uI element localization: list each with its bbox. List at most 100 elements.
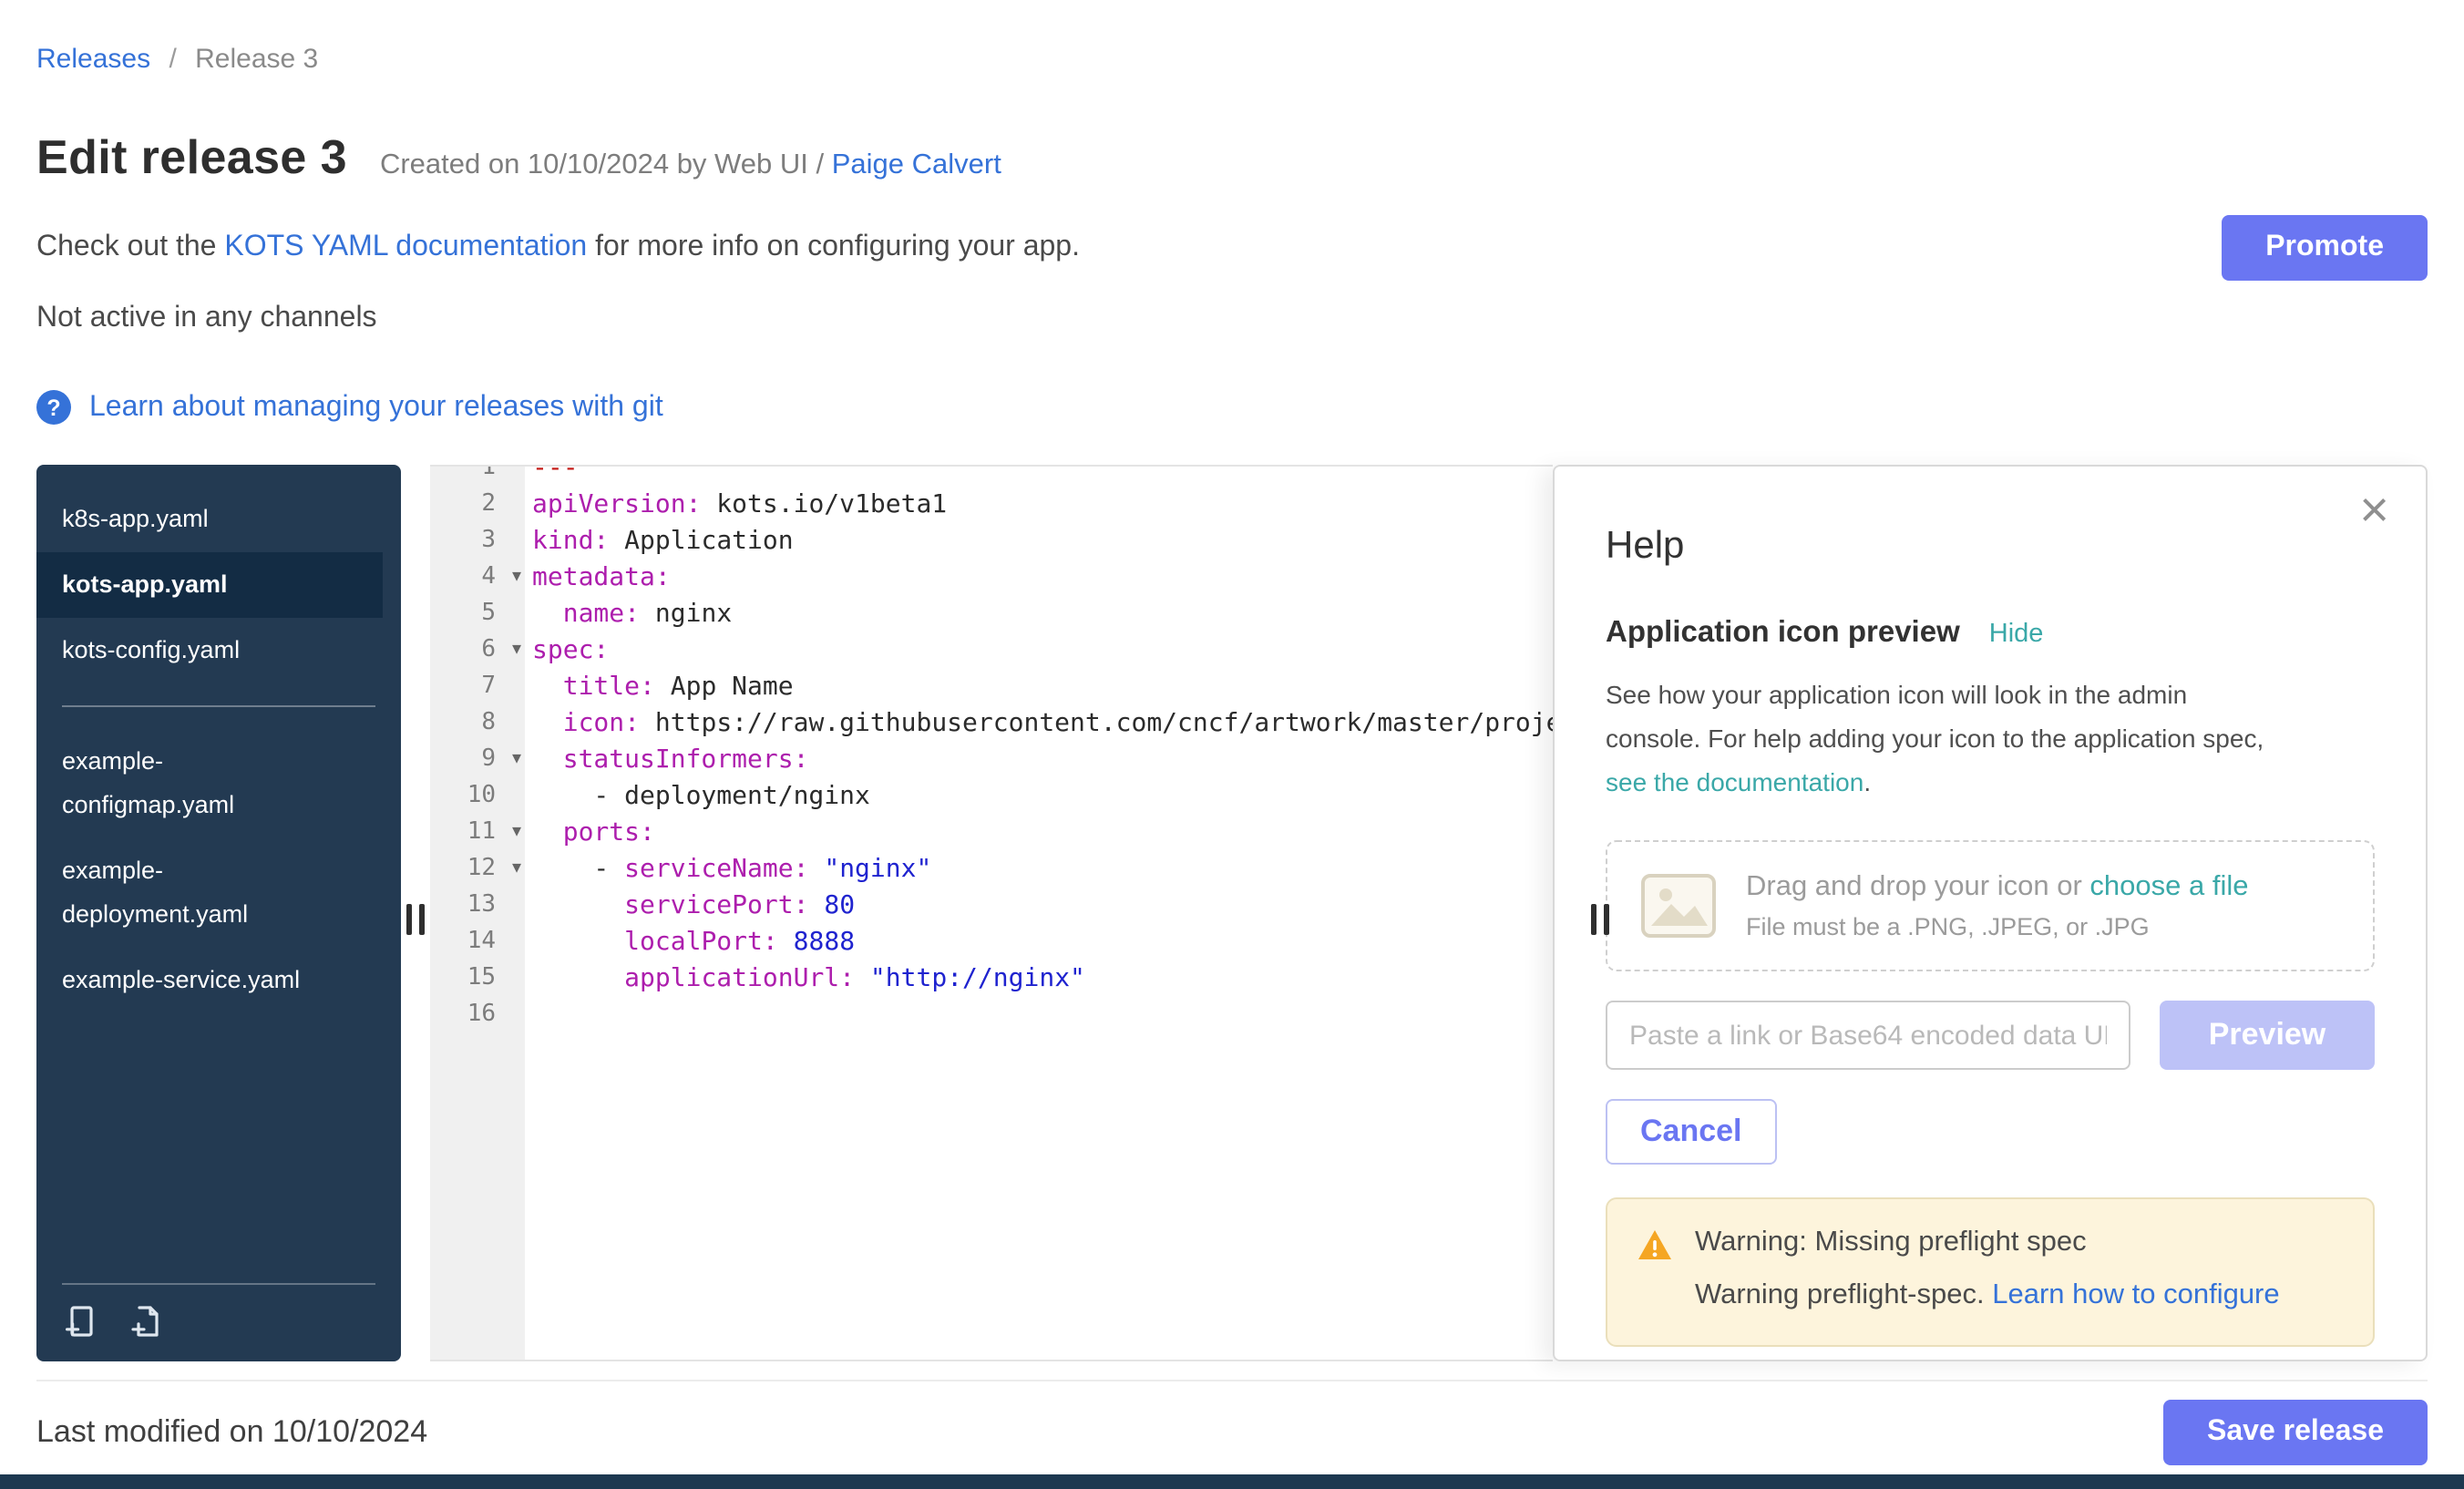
sidebar-file-item[interactable]: example-configmap.yaml — [36, 729, 383, 838]
page: Releases / Release 3 Edit release 3 Crea… — [0, 0, 2464, 1489]
gutter-line-number: 3 — [430, 523, 525, 560]
code-line[interactable]: metadata: — [532, 560, 1553, 596]
help-title: Help — [1606, 525, 2375, 569]
choose-file-link[interactable]: choose a file — [2089, 871, 2248, 902]
docs-suffix: for more info on configuring your app. — [595, 231, 1080, 262]
channel-status: Not active in any channels — [36, 303, 2428, 335]
icon-preview-header: Application icon preview Hide — [1606, 616, 2375, 651]
sidebar-file-item[interactable]: kots-app.yaml — [36, 552, 383, 618]
fold-arrow-icon[interactable]: ▾ — [512, 815, 521, 851]
fold-arrow-icon[interactable]: ▾ — [512, 742, 521, 778]
gutter-line-number: 12▾ — [430, 851, 525, 888]
see-documentation-link[interactable]: see the documentation — [1606, 767, 1863, 796]
code-line[interactable]: --- — [532, 467, 1553, 487]
gutter-line-number: 11▾ — [430, 815, 525, 851]
gutter-line-number: 13 — [430, 888, 525, 924]
code-line[interactable]: kind: Application — [532, 523, 1553, 560]
gutter-line-number: 7 — [430, 669, 525, 705]
dropzone-text: Drag and drop your icon or choose a file… — [1746, 871, 2248, 940]
upload-file-button[interactable] — [62, 1303, 98, 1340]
code-line[interactable]: title: App Name — [532, 669, 1553, 705]
created-text: Created on 10/10/2024 by Web UI / Paige … — [380, 149, 1001, 182]
code-line[interactable] — [532, 997, 1553, 1033]
sidebar-file-item[interactable]: kots-config.yaml — [36, 618, 383, 683]
fold-arrow-icon[interactable]: ▾ — [512, 560, 521, 596]
gutter-line-number: 15 — [430, 960, 525, 997]
icon-url-row: Preview — [1606, 1001, 2375, 1070]
gutter-line-number: 2 — [430, 487, 525, 523]
code-line[interactable]: ports: — [532, 815, 1553, 851]
editor-gutter: 1234▾56▾789▾1011▾12▾13141516 — [430, 465, 525, 1033]
icon-dropzone[interactable]: Drag and drop your icon or choose a file… — [1606, 840, 2375, 971]
drop-instruction: Drag and drop your icon or — [1746, 871, 2082, 902]
sidebar-file-item[interactable]: example-service.yaml — [36, 948, 383, 1013]
git-learn-row: ? Learn about managing your releases wit… — [36, 390, 2428, 425]
editor-code-column[interactable]: ---apiVersion: kots.io/v1beta1kind: Appl… — [525, 467, 1553, 1360]
file-sidebar: k8s-app.yamlkots-app.yamlkots-config.yam… — [36, 465, 401, 1361]
fold-arrow-icon[interactable]: ▾ — [512, 851, 521, 888]
sidebar-file-item[interactable]: k8s-app.yaml — [36, 487, 383, 552]
warning-configure-link[interactable]: Learn how to configure — [1992, 1279, 2279, 1310]
promote-button[interactable]: Promote — [2222, 215, 2428, 281]
docs-prefix: Check out the — [36, 231, 216, 262]
warning-icon — [1637, 1228, 1673, 1261]
sidebar-file-item[interactable]: example-deployment.yaml — [36, 838, 383, 948]
close-icon[interactable]: × — [2359, 485, 2389, 536]
release-editor: k8s-app.yamlkots-app.yamlkots-config.yam… — [36, 465, 2428, 1361]
warning-box: Warning: Missing preflight spec Warning … — [1606, 1197, 2375, 1347]
help-resize-handle[interactable] — [1591, 904, 1609, 935]
gutter-line-number: 10 — [430, 778, 525, 815]
editor-gutter-column: 1234▾56▾789▾1011▾12▾13141516 — [430, 467, 525, 1360]
breadcrumb-current: Release 3 — [195, 44, 318, 75]
new-file-icon — [128, 1303, 164, 1340]
image-placeholder-icon — [1640, 873, 1717, 939]
code-line[interactable]: spec: — [532, 632, 1553, 669]
code-line[interactable]: name: nginx — [532, 596, 1553, 632]
code-editor[interactable]: 1234▾56▾789▾1011▾12▾13141516 ---apiVersi… — [430, 465, 1553, 1361]
upload-file-icon — [62, 1303, 98, 1340]
page-title: Edit release 3 — [36, 129, 347, 186]
cancel-button[interactable]: Cancel — [1606, 1099, 1777, 1165]
gutter-line-number: 6▾ — [430, 632, 525, 669]
breadcrumb-releases-link[interactable]: Releases — [36, 44, 150, 75]
new-file-button[interactable] — [128, 1303, 164, 1340]
warning-text: Warning: Missing preflight spec Warning … — [1695, 1227, 2280, 1312]
code-line[interactable]: servicePort: 80 — [532, 888, 1553, 924]
code-line[interactable]: apiVersion: kots.io/v1beta1 — [532, 487, 1553, 523]
file-list: k8s-app.yamlkots-app.yamlkots-config.yam… — [36, 465, 401, 1283]
description-text: See how your application icon will look … — [1606, 680, 2264, 753]
icon-preview-title: Application icon preview — [1606, 616, 1960, 651]
breadcrumb: Releases / Release 3 — [36, 44, 2428, 75]
gutter-line-number: 9▾ — [430, 742, 525, 778]
sidebar-divider — [62, 705, 375, 707]
question-mark-icon: ? — [36, 390, 71, 425]
preview-button[interactable]: Preview — [2160, 1001, 2375, 1070]
kots-yaml-docs-link[interactable]: KOTS YAML documentation — [224, 231, 587, 262]
save-release-button[interactable]: Save release — [2163, 1400, 2428, 1465]
last-modified-text: Last modified on 10/10/2024 — [36, 1414, 427, 1451]
code-line[interactable]: - serviceName: "nginx" — [532, 851, 1553, 888]
title-row: Edit release 3 Created on 10/10/2024 by … — [36, 129, 2428, 186]
sidebar-resize-handle[interactable] — [406, 904, 425, 935]
gutter-line-number: 14 — [430, 924, 525, 960]
warning-title: Warning: Missing preflight spec — [1695, 1227, 2280, 1259]
code-line[interactable]: icon: https://raw.githubusercontent.com/… — [532, 705, 1553, 742]
gutter-line-number: 1 — [430, 465, 525, 487]
author-link[interactable]: Paige Calvert — [832, 149, 1001, 180]
bottom-bar — [0, 1474, 2464, 1489]
warning-body: Warning preflight-spec. — [1695, 1279, 1985, 1310]
git-learn-link[interactable]: Learn about managing your releases with … — [89, 391, 663, 424]
code-line[interactable]: - deployment/nginx — [532, 778, 1553, 815]
gutter-line-number: 4▾ — [430, 560, 525, 596]
breadcrumb-separator: / — [169, 44, 176, 75]
code-line[interactable]: statusInformers: — [532, 742, 1553, 778]
footer: Last modified on 10/10/2024 Save release — [36, 1380, 2428, 1465]
code-line[interactable]: localPort: 8888 — [532, 924, 1553, 960]
code-line[interactable]: applicationUrl: "http://nginx" — [532, 960, 1553, 997]
docs-row: Check out the KOTS YAML documentation fo… — [36, 215, 2428, 281]
icon-url-input[interactable] — [1606, 1001, 2130, 1070]
editor-code: ---apiVersion: kots.io/v1beta1kind: Appl… — [532, 467, 1553, 1033]
fold-arrow-icon[interactable]: ▾ — [512, 632, 521, 669]
hide-link[interactable]: Hide — [1989, 620, 2044, 649]
file-type-hint: File must be a .PNG, .JPEG, or .JPG — [1746, 913, 2248, 940]
